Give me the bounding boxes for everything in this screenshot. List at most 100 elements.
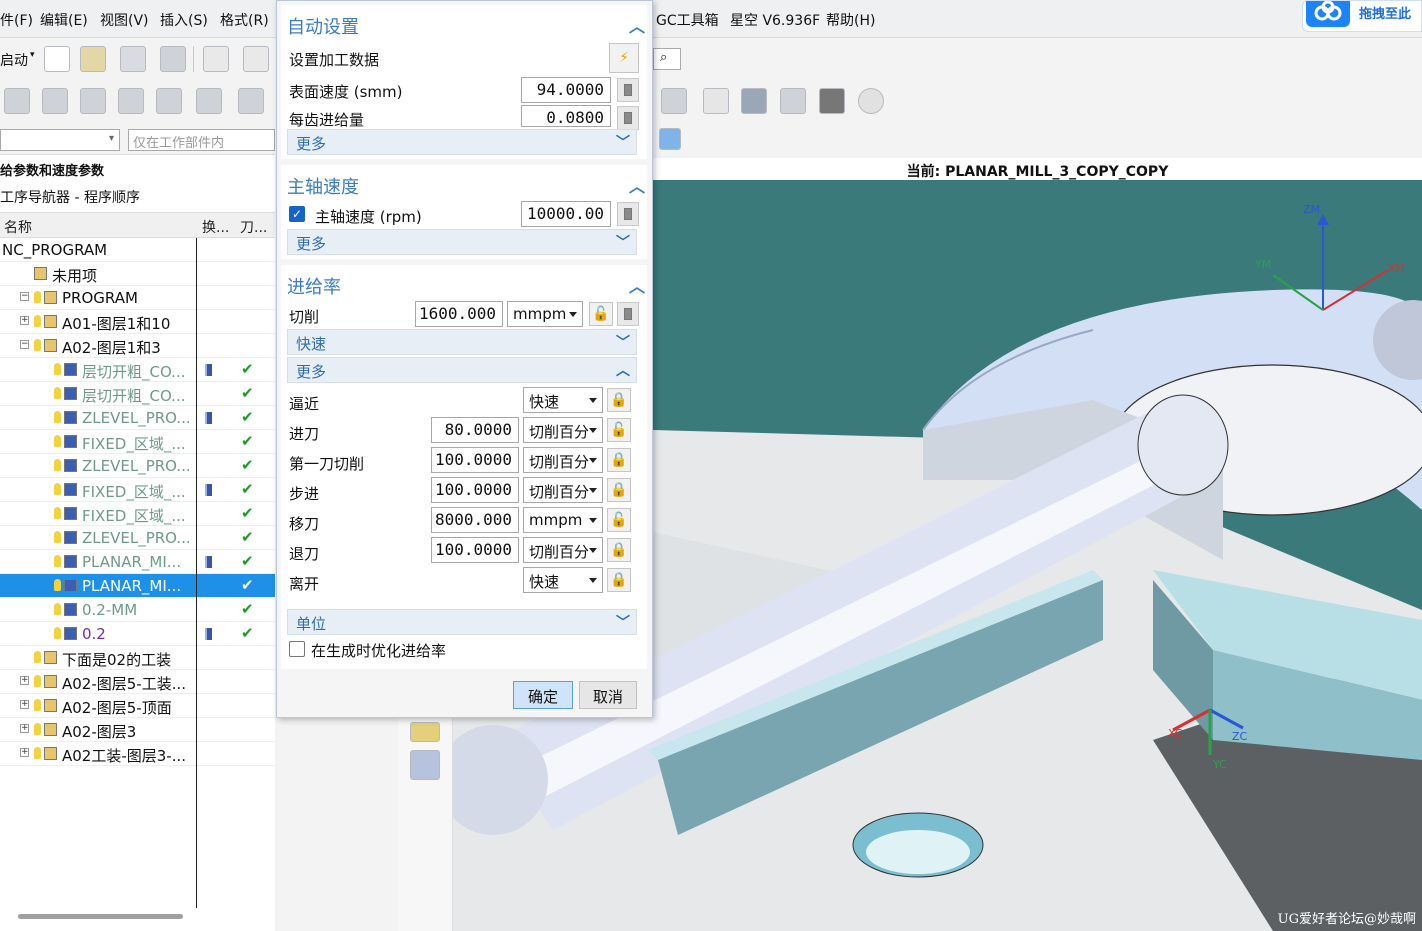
list-toolpath-icon[interactable]	[80, 88, 106, 114]
auto-more-bar[interactable]: 更多 ﹀	[287, 129, 637, 155]
machine-tool-icon[interactable]	[661, 88, 687, 114]
curve-tool-icon[interactable]	[410, 792, 440, 822]
menu-gc-toolbox[interactable]: GC工具箱	[656, 10, 719, 30]
feed-row-unit-select[interactable]: 切削百分	[523, 537, 603, 563]
unlock-icon[interactable]: 🔓	[607, 418, 631, 442]
generate-toolpath-icon[interactable]	[4, 88, 30, 114]
tree-row[interactable]: 0.2 ✔	[0, 622, 275, 646]
start-dropdown-arrow-icon[interactable]: ▾	[30, 50, 35, 60]
calculator-icon[interactable]	[819, 88, 845, 114]
copy-icon[interactable]	[243, 46, 269, 72]
tree-row[interactable]: + A02-图层3	[0, 718, 275, 742]
printer-icon[interactable]	[703, 88, 729, 114]
auto-settings-header[interactable]: 自动设置 ︿	[281, 5, 647, 41]
expand-icon[interactable]: +	[20, 316, 29, 325]
spindle-speed-checkbox[interactable]: ✓	[289, 206, 305, 222]
feed-row-value-input[interactable]: 100.0000	[431, 477, 519, 503]
tree-row[interactable]: NC_PROGRAM	[0, 238, 275, 262]
feed-row-unit-select[interactable]: 切削百分	[523, 417, 603, 443]
calculate-cut-feed-button[interactable]	[617, 302, 639, 326]
tree-row[interactable]: ZLEVEL_PRO... ✔	[0, 454, 275, 478]
tree-row[interactable]: FIXED_区域_... ✔	[0, 430, 275, 454]
open-folder-icon[interactable]	[80, 46, 106, 72]
cut-feed-unit-select[interactable]: mmpm	[507, 301, 583, 327]
feed-row-value-input[interactable]: 80.0000	[431, 417, 519, 443]
tree-row[interactable]: + A02-图层5-工装...	[0, 670, 275, 694]
spindle-header[interactable]: 主轴速度 ︿	[281, 165, 647, 201]
collapse-icon[interactable]: −	[20, 340, 29, 349]
print-icon[interactable]	[160, 46, 186, 72]
cancel-button[interactable]: 取消	[579, 681, 637, 709]
tree-row[interactable]: + A01-图层1和10	[0, 310, 275, 334]
view-cube-icon[interactable]	[659, 128, 681, 150]
menu-format[interactable]: 格式(R)	[220, 10, 269, 30]
expand-icon[interactable]: +	[20, 724, 29, 733]
units-bar[interactable]: 单位 ﹀	[287, 609, 637, 635]
save-icon[interactable]	[120, 46, 146, 72]
tree-row[interactable]: 未用项	[0, 262, 275, 286]
cloud-drop-banner[interactable]: 拖拽至此	[1302, 0, 1422, 32]
tree-row[interactable]: 0.2-MM ✔	[0, 598, 275, 622]
tree-row[interactable]: + A02工装-图层3-...	[0, 742, 275, 766]
lock-icon[interactable]: 🔒	[607, 388, 631, 412]
feed-rate-header[interactable]: 进给率 ︿	[281, 265, 647, 301]
navigator-horizontal-scrollbar[interactable]	[18, 914, 183, 919]
feed-row-unit-select[interactable]: 快速	[523, 387, 603, 413]
lock-icon[interactable]: 🔒	[607, 478, 631, 502]
menu-help[interactable]: 帮助(H)	[826, 10, 875, 30]
calculate-surface-speed-button[interactable]	[617, 78, 639, 102]
tree-row[interactable]: ZLEVEL_PRO... ✔	[0, 406, 275, 430]
scope-filter-combo[interactable]: 仅在工作部件内	[128, 129, 275, 151]
calculate-spindle-button[interactable]	[617, 202, 639, 226]
menu-edit[interactable]: 编辑(E)	[40, 10, 88, 30]
menu-insert[interactable]: 插入(S)	[160, 10, 208, 30]
transfer-icon[interactable]	[741, 88, 767, 114]
arc-tool-icon[interactable]	[410, 830, 440, 860]
start-menu[interactable]: 启动	[0, 50, 28, 70]
column-toolpath[interactable]: 刀...	[240, 217, 267, 237]
chevron-up-icon[interactable]: ︿	[629, 173, 645, 197]
verify-toolpath-icon[interactable]	[118, 88, 144, 114]
output-cls-icon[interactable]	[238, 88, 264, 114]
optimize-feed-checkbox[interactable]	[289, 641, 305, 657]
tool-library-icon[interactable]	[780, 88, 806, 114]
feed-more-bar[interactable]: 更多 ︿	[287, 357, 637, 383]
search-box[interactable]: ⌕	[653, 48, 681, 70]
postprocess-icon[interactable]	[156, 88, 182, 114]
rapid-bar[interactable]: 快速 ﹀	[287, 329, 637, 355]
unlock-icon[interactable]: 🔓	[589, 302, 613, 326]
cut-icon[interactable]	[203, 46, 229, 72]
tree-row[interactable]: FIXED_区域_... ✔	[0, 478, 275, 502]
tree-row[interactable]: + A02-图层5-顶面	[0, 694, 275, 718]
calculate-feed-button[interactable]	[617, 106, 639, 130]
feed-row-value-input[interactable]: 8000.000	[431, 507, 519, 533]
feed-row-unit-select[interactable]: mmpm	[523, 507, 603, 533]
feed-per-tooth-input[interactable]: 0.0800	[521, 105, 611, 127]
surface-speed-input[interactable]: 94.0000	[521, 77, 611, 103]
spindle-more-bar[interactable]: 更多 ﹀	[287, 229, 637, 255]
ok-button[interactable]: 确定	[513, 681, 573, 709]
chevron-up-icon[interactable]: ︿	[629, 13, 645, 37]
replay-toolpath-icon[interactable]	[42, 88, 68, 114]
tree-row[interactable]: − A02-图层1和3	[0, 334, 275, 358]
tree-row[interactable]: PLANAR_MI... ✔	[0, 550, 275, 574]
tree-row[interactable]: PLANAR_MI... ✔	[0, 574, 275, 598]
feed-row-unit-select[interactable]: 切削百分	[523, 477, 603, 503]
tree-row[interactable]: − PROGRAM	[0, 286, 275, 310]
mesh-icon[interactable]	[410, 722, 440, 742]
column-tool-change[interactable]: 换...	[202, 217, 229, 237]
lock-icon[interactable]: 🔒	[607, 538, 631, 562]
tree-row[interactable]: ZLEVEL_PRO... ✔	[0, 526, 275, 550]
tree-row[interactable]: 下面是02的工装	[0, 646, 275, 670]
chevron-up-icon[interactable]: ︿	[629, 273, 645, 297]
lock-icon[interactable]: 🔒	[607, 448, 631, 472]
column-name[interactable]: 名称	[4, 217, 32, 237]
spline-tool-icon[interactable]	[410, 868, 440, 898]
feed-row-value-input[interactable]: 100.0000	[431, 447, 519, 473]
feed-row-value-input[interactable]: 100.0000	[431, 537, 519, 563]
clock-icon[interactable]	[858, 88, 884, 114]
menu-view[interactable]: 视图(V)	[100, 10, 149, 30]
menu-file[interactable]: 件(F)	[0, 10, 33, 30]
info-icon[interactable]	[410, 750, 440, 780]
expand-icon[interactable]: +	[20, 676, 29, 685]
